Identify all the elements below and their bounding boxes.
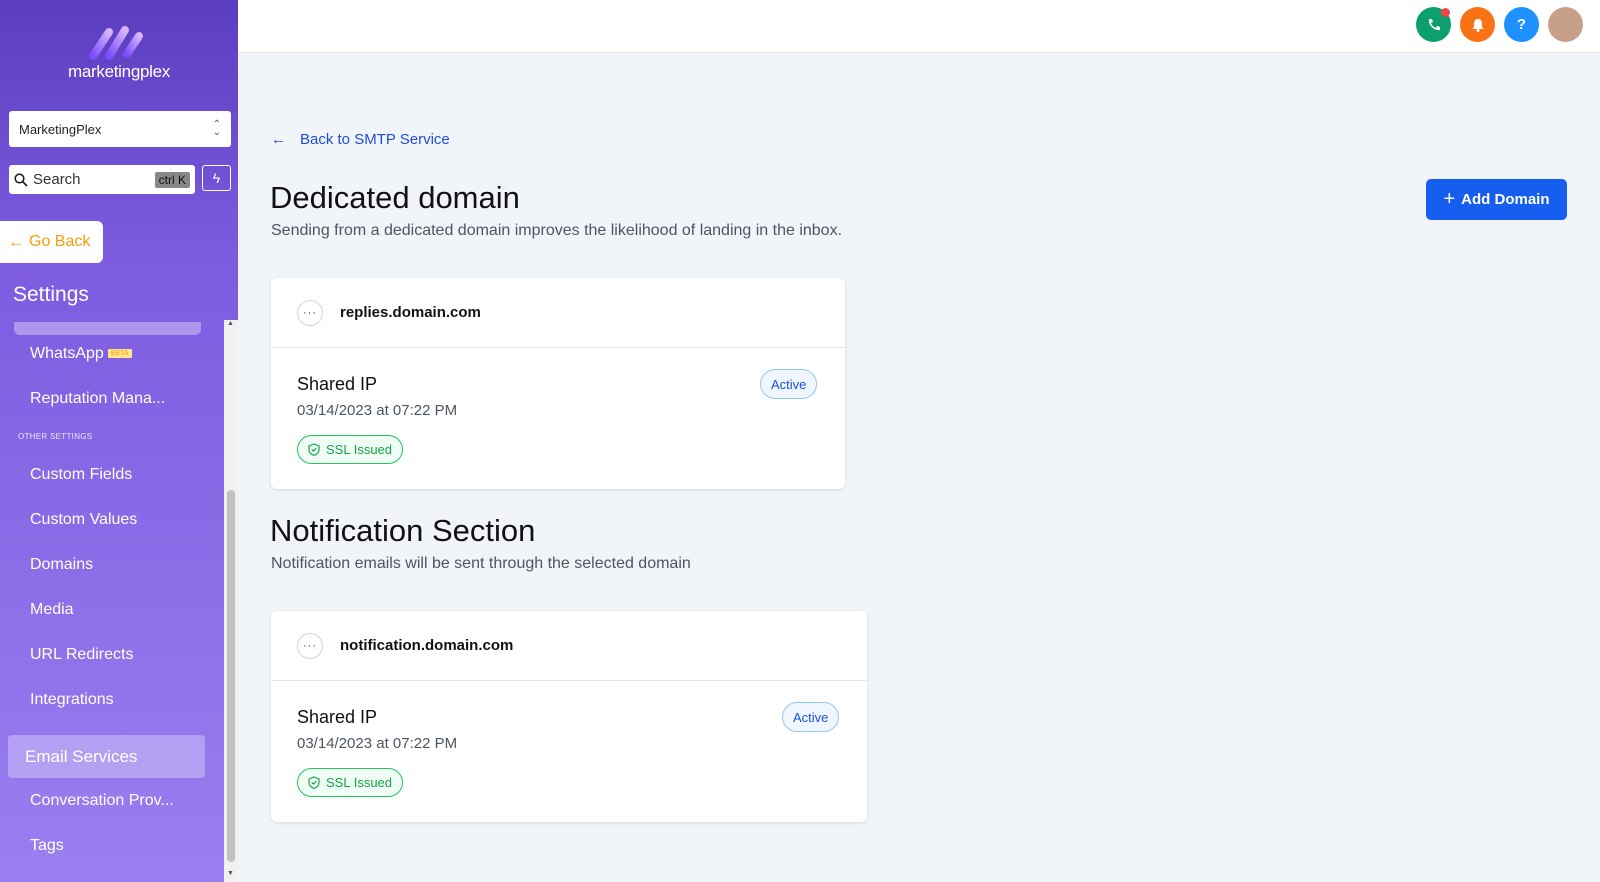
- sidebar-item-domains[interactable]: Domains: [30, 556, 93, 574]
- created-date: 03/14/2023 at 07:22 PM: [297, 402, 458, 419]
- plus-icon: +: [1443, 188, 1456, 210]
- add-domain-button[interactable]: + Add Domain: [1426, 179, 1567, 220]
- sidebar-item-reputation[interactable]: Reputation Mana...: [30, 390, 165, 408]
- settings-title: Settings: [13, 283, 89, 306]
- scroll-down-icon[interactable]: ▼: [227, 870, 234, 877]
- scroll-up-icon[interactable]: ▲: [227, 320, 234, 327]
- help-button[interactable]: ?: [1504, 7, 1539, 42]
- sidebar-item-conversation-providers[interactable]: Conversation Prov...: [30, 792, 174, 810]
- ip-type: Shared IP: [297, 707, 378, 727]
- notification-dot: [1441, 8, 1450, 17]
- notification-section-title: Notification Section: [270, 513, 536, 548]
- domain-card: ··· notification.domain.com Shared IP 03…: [271, 611, 867, 822]
- arrow-left-icon: ←: [271, 131, 286, 148]
- dedicated-domain-title: Dedicated domain: [270, 180, 520, 215]
- bell-icon: [1472, 18, 1483, 32]
- go-back-button[interactable]: ← Go Back: [0, 221, 103, 263]
- sidebar: marketingplex MarketingPlex ⌃ ⌄ Search ct…: [0, 0, 238, 882]
- ip-type: Shared IP: [297, 374, 378, 394]
- back-to-smtp-link[interactable]: ← Back to SMTP Service: [271, 131, 450, 148]
- domain-name: notification.domain.com: [340, 637, 514, 654]
- beta-badge: BETA: [107, 349, 132, 359]
- go-back-label: Go Back: [29, 233, 91, 250]
- ssl-badge: SSL Issued: [297, 435, 404, 464]
- sidebar-scrollbar[interactable]: ▲ ▼: [224, 320, 238, 882]
- lightning-icon: ϟ: [212, 170, 221, 186]
- account-name: MarketingPlex: [19, 121, 102, 137]
- card-header: ··· replies.domain.com: [271, 278, 845, 348]
- status-badge: Active: [782, 702, 840, 732]
- domain-card: ··· replies.domain.com Shared IP 03/14/2…: [271, 278, 845, 489]
- card-header: ··· notification.domain.com: [271, 611, 867, 681]
- more-options-icon[interactable]: ···: [297, 299, 323, 326]
- account-switcher[interactable]: MarketingPlex ⌃ ⌄: [9, 111, 231, 147]
- ssl-label: SSL Issued: [326, 775, 393, 790]
- avatar[interactable]: [1548, 7, 1583, 42]
- card-body: Shared IP 03/14/2023 at 07:22 PM SSL Iss…: [271, 681, 867, 821]
- top-bar: ?: [238, 0, 1600, 53]
- dedicated-domain-subtitle: Sending from a dedicated domain improves…: [271, 222, 843, 239]
- sidebar-item-tags[interactable]: Tags: [30, 837, 64, 855]
- help-icon: ?: [1516, 16, 1527, 33]
- sidebar-item-whatsapp[interactable]: WhatsApp BETA: [30, 345, 132, 363]
- quick-action-button[interactable]: ϟ: [202, 165, 231, 191]
- sidebar-item-custom-values[interactable]: Custom Values: [30, 511, 137, 529]
- created-date: 03/14/2023 at 07:22 PM: [297, 735, 458, 752]
- scrollbar-thumb[interactable]: [227, 490, 235, 862]
- shield-check-icon: [308, 776, 320, 789]
- sidebar-item-url-redirects[interactable]: URL Redirects: [30, 646, 133, 664]
- logo-text: marketingplex: [68, 62, 170, 81]
- ssl-label: SSL Issued: [326, 442, 393, 457]
- search-icon: [14, 172, 28, 187]
- notification-section-subtitle: Notification emails will be sent through…: [271, 555, 691, 572]
- notifications-button[interactable]: [1460, 7, 1495, 42]
- shield-check-icon: [308, 443, 320, 456]
- sidebar-item-custom-fields[interactable]: Custom Fields: [30, 466, 132, 484]
- more-options-icon[interactable]: ···: [297, 632, 323, 659]
- sidebar-item-label: WhatsApp: [30, 345, 104, 362]
- nav-item-faded: [14, 322, 201, 335]
- status-badge: Active: [760, 369, 818, 399]
- section-label-other-settings: OTHER SETTINGS: [18, 432, 93, 441]
- chevron-updown-icon: ⌃ ⌄: [212, 119, 221, 138]
- card-body: Shared IP 03/14/2023 at 07:22 PM SSL Iss…: [271, 348, 845, 488]
- sidebar-item-integrations[interactable]: Integrations: [30, 691, 114, 709]
- sidebar-item-email-services[interactable]: Email Services: [8, 735, 205, 778]
- ssl-badge: SSL Issued: [297, 768, 404, 797]
- logo-mark-icon: [89, 26, 143, 60]
- domain-name: replies.domain.com: [340, 304, 481, 321]
- sidebar-item-media[interactable]: Media: [30, 601, 74, 619]
- search-shortcut: ctrl K: [154, 171, 190, 188]
- search-input[interactable]: Search ctrl K: [9, 165, 195, 194]
- logo[interactable]: marketingplex: [0, 22, 238, 82]
- phone-icon: [1428, 18, 1440, 30]
- search-label: Search: [33, 171, 81, 188]
- arrow-left-icon: ←: [8, 232, 25, 251]
- back-link-label: Back to SMTP Service: [300, 131, 450, 148]
- settings-nav: WhatsApp BETA Reputation Mana... OTHER SE…: [0, 320, 224, 882]
- phone-button[interactable]: [1416, 7, 1451, 42]
- add-domain-label: Add Domain: [1461, 191, 1550, 208]
